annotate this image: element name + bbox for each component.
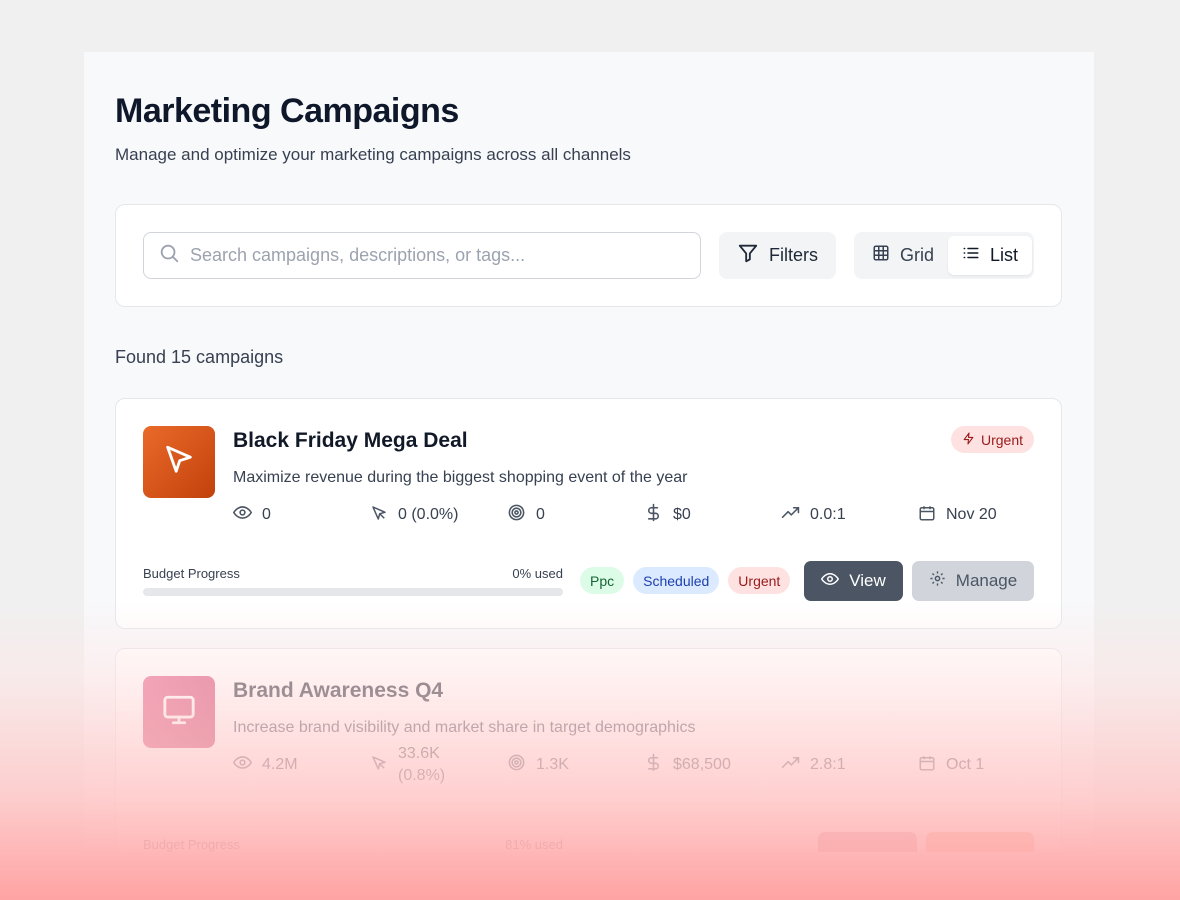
target-icon — [507, 503, 526, 527]
manage-button-label: Manage — [955, 571, 1018, 590]
campaign-title[interactable]: Black Friday Mega Deal — [233, 429, 468, 453]
metric-date: Oct 1 — [918, 753, 1055, 777]
metric-roi-value: 2.8:1 — [810, 756, 846, 773]
metric-date-value: Nov 20 — [946, 506, 997, 523]
budget-label: Budget Progress — [143, 566, 240, 581]
search-input[interactable] — [190, 245, 670, 266]
view-grid-button[interactable]: Grid — [858, 236, 948, 275]
search-box[interactable] — [143, 232, 701, 279]
metric-clicks-value: 0 (0.0%) — [398, 506, 459, 523]
metric-clicks: 33.6K (0.8%) — [370, 745, 507, 784]
page-subtitle: Manage and optimize your marketing campa… — [115, 145, 631, 164]
campaign-actions — [818, 832, 1034, 852]
metric-revenue-value: $68,500 — [673, 756, 731, 773]
cursor-pointer-icon — [162, 443, 196, 482]
campaign-thumbnail — [143, 426, 215, 498]
metric-views: 4.2M — [232, 753, 370, 777]
metric-roi: 2.8:1 — [781, 753, 918, 777]
metric-revenue-value: $0 — [673, 506, 691, 523]
target-icon — [507, 753, 526, 777]
budget-used-text: 0% used — [512, 566, 563, 581]
view-list-label: List — [990, 245, 1019, 265]
dollar-icon — [644, 503, 663, 527]
metric-clicks: 0 (0.0%) — [370, 503, 507, 527]
budget-progress: Budget Progress 81% used — [143, 837, 563, 852]
view-button[interactable]: View — [804, 561, 903, 601]
campaigns-page: Marketing Campaigns Manage and optimize … — [84, 52, 1094, 852]
budget-used-text: 81% used — [505, 837, 563, 852]
lightning-icon — [962, 432, 975, 448]
tag-ppc: Ppc — [580, 567, 625, 594]
filter-icon — [737, 242, 759, 269]
campaign-title[interactable]: Brand Awareness Q4 — [233, 679, 443, 703]
budget-progress: Budget Progress 0% used — [143, 566, 563, 596]
campaign-card: Brand Awareness Q4 Increase brand visibi… — [115, 648, 1062, 852]
toolbar: Filters Grid List — [115, 204, 1062, 307]
view-button-label: View — [849, 571, 886, 590]
metric-conversions: 1.3K — [507, 753, 644, 777]
mouse-pointer-icon — [370, 754, 388, 777]
metric-revenue: $68,500 — [644, 753, 781, 777]
view-list-button[interactable]: List — [948, 236, 1033, 275]
view-toggle: Grid List — [854, 232, 1034, 279]
metric-views-value: 0 — [262, 506, 271, 523]
calendar-icon — [918, 504, 936, 527]
priority-badge-label: Urgent — [980, 431, 1023, 448]
trending-up-icon — [781, 753, 800, 777]
metric-conversions-value: 1.3K — [536, 756, 569, 773]
campaign-description: Increase brand visibility and market sha… — [233, 719, 696, 736]
tag-urgent: Urgent — [728, 567, 791, 594]
filters-label: Filters — [769, 245, 818, 265]
campaign-actions: View Manage — [804, 561, 1034, 601]
priority-badge: Urgent — [950, 426, 1034, 453]
budget-label: Budget Progress — [143, 837, 240, 852]
budget-bar — [143, 588, 563, 596]
metric-views: 0 — [232, 503, 370, 527]
page-title: Marketing Campaigns — [115, 92, 459, 130]
metric-conversions: 0 — [507, 503, 644, 527]
view-grid-label: Grid — [900, 245, 935, 265]
results-count: Found 15 campaigns — [115, 347, 284, 367]
metric-date-value: Oct 1 — [946, 756, 985, 773]
grid-icon — [872, 244, 890, 267]
manage-button[interactable]: Manage — [912, 561, 1034, 601]
eye-icon — [232, 503, 253, 527]
mouse-pointer-icon — [370, 504, 388, 527]
manage-button[interactable] — [926, 832, 1034, 852]
tag-scheduled: Scheduled — [633, 567, 720, 594]
metric-views-value: 4.2M — [262, 756, 298, 773]
gear-icon — [929, 570, 946, 592]
campaign-thumbnail — [143, 676, 215, 748]
calendar-icon — [918, 754, 936, 777]
metric-clicks-value: 33.6K (0.8%) — [398, 745, 446, 784]
metric-roi-value: 0.0:1 — [810, 506, 846, 523]
metric-date: Nov 20 — [918, 503, 1055, 527]
filters-button[interactable]: Filters — [719, 232, 836, 279]
campaign-tags: Ppc Scheduled Urgent — [580, 567, 791, 594]
eye-icon — [232, 753, 253, 777]
metric-revenue: $0 — [644, 503, 781, 527]
campaign-metrics: 4.2M 33.6K (0.8%) 1.3K $68,500 2.8:1 Oct… — [232, 745, 1055, 784]
campaign-metrics: 0 0 (0.0%) 0 $0 0.0:1 Nov 20 — [232, 503, 1055, 527]
trending-up-icon — [781, 503, 800, 527]
eye-icon — [821, 570, 840, 593]
dollar-icon — [644, 753, 663, 777]
search-icon — [158, 242, 180, 269]
campaign-description: Maximize revenue during the biggest shop… — [233, 469, 688, 486]
campaign-card: Black Friday Mega Deal Maximize revenue … — [115, 398, 1062, 629]
monitor-icon — [162, 693, 196, 732]
metric-roi: 0.0:1 — [781, 503, 918, 527]
view-button[interactable] — [818, 832, 917, 852]
list-icon — [962, 244, 980, 267]
metric-conversions-value: 0 — [536, 506, 545, 523]
